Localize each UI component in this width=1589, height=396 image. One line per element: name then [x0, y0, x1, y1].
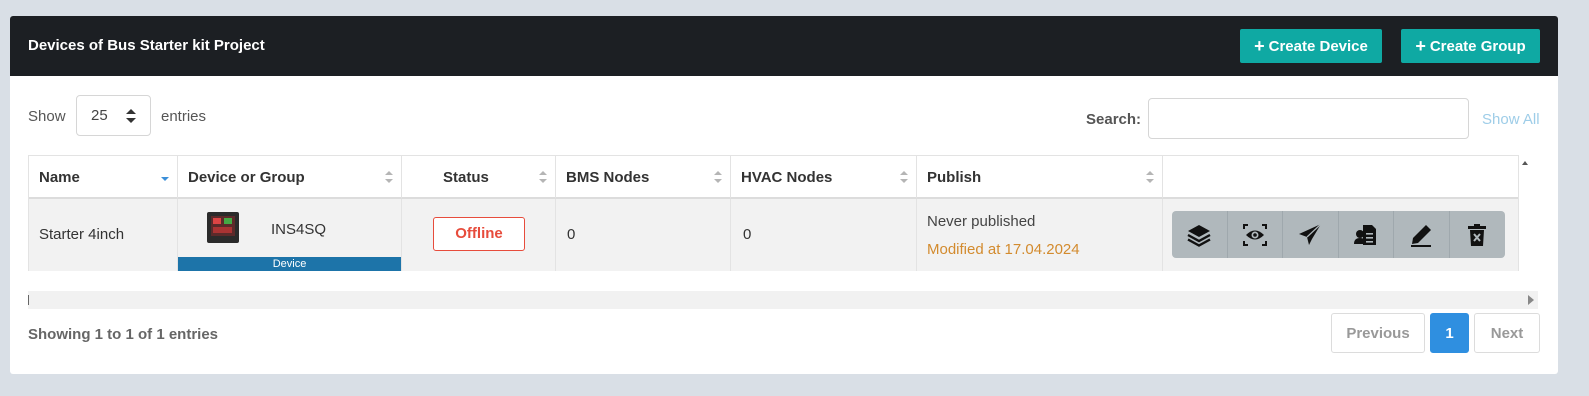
sort-icon [900, 171, 908, 183]
layers-button[interactable] [1172, 211, 1228, 258]
cell-device-or-group: INS4SQ Device [178, 199, 402, 271]
device-name: Starter 4inch [39, 226, 125, 243]
cell-publish: Never published Modified at 17.04.2024 [917, 199, 1163, 271]
entries-label: entries [161, 108, 207, 125]
sort-icon [1146, 171, 1154, 183]
horizontal-scrollbar[interactable] [28, 291, 1538, 309]
view-button[interactable] [1228, 211, 1283, 258]
delete-button[interactable] [1450, 211, 1506, 258]
sort-icon [539, 171, 547, 183]
cell-name: Starter 4inch [29, 199, 178, 271]
edit-button[interactable] [1394, 211, 1450, 258]
column-label: Name [39, 169, 80, 186]
vertical-scrollbar[interactable] [1519, 155, 1531, 271]
document-icon [1353, 224, 1376, 245]
modified-date: Modified at 17.04.2024 [927, 241, 1080, 258]
device-type-badge: Device [178, 257, 401, 271]
create-device-button[interactable]: + Create Device [1240, 29, 1382, 63]
edit-icon [1411, 224, 1432, 247]
sort-icon [714, 171, 722, 183]
row-actions-group [1172, 211, 1505, 258]
column-header-hvac-nodes[interactable]: HVAC Nodes [731, 156, 917, 199]
layers-icon [1187, 224, 1211, 247]
column-label: Publish [927, 169, 982, 186]
document-button[interactable] [1339, 211, 1394, 258]
show-all-link[interactable]: Show All [1482, 111, 1540, 128]
search-label: Search: [1086, 111, 1142, 128]
column-header-bms-nodes[interactable]: BMS Nodes [556, 156, 731, 199]
table-info: Showing 1 to 1 of 1 entries [28, 326, 219, 343]
cell-actions [1163, 199, 1518, 271]
show-label: Show [28, 108, 66, 125]
device-image [207, 212, 239, 243]
entries-per-page-select[interactable]: 25 [76, 95, 151, 136]
next-page-button[interactable]: Next [1474, 313, 1540, 353]
column-label: Status [443, 169, 489, 186]
column-label: Device or Group [188, 169, 305, 186]
scroll-right-icon [1528, 295, 1534, 305]
column-label: BMS Nodes [566, 169, 650, 186]
table-row: Starter 4inch INS4SQ Device Offline 0 0 … [29, 199, 1518, 271]
search-input[interactable] [1148, 98, 1469, 139]
create-device-label: Create Device [1268, 37, 1368, 55]
column-header-status[interactable]: Status [402, 156, 556, 199]
publish-status: Never published [927, 213, 1036, 230]
publish-button[interactable] [1283, 211, 1339, 258]
cell-hvac-nodes: 0 [731, 199, 917, 271]
sort-arrows-icon [126, 109, 136, 123]
devices-table: Name Device or Group Status BMS Nodes HV… [28, 155, 1519, 271]
send-icon [1299, 223, 1322, 245]
plus-icon: + [1254, 36, 1265, 56]
column-header-actions [1163, 156, 1518, 199]
page-title: Devices of Bus Starter kit Project [28, 37, 265, 54]
eye-icon [1242, 223, 1267, 246]
create-group-label: Create Group [1429, 37, 1526, 55]
create-group-button[interactable]: + Create Group [1401, 29, 1540, 63]
sort-desc-icon [161, 177, 169, 181]
devices-panel: Devices of Bus Starter kit Project + Cre… [10, 16, 1558, 374]
trash-icon [1468, 223, 1487, 246]
device-code: INS4SQ [271, 221, 327, 238]
bms-nodes-value: 0 [567, 226, 576, 243]
panel-header: Devices of Bus Starter kit Project + Cre… [10, 16, 1558, 76]
entries-value: 25 [91, 107, 108, 124]
status-badge: Offline [433, 217, 525, 251]
column-header-device-or-group[interactable]: Device or Group [178, 156, 402, 199]
column-header-publish[interactable]: Publish [917, 156, 1163, 199]
plus-icon: + [1415, 36, 1426, 56]
page-1-button[interactable]: 1 [1430, 313, 1469, 353]
previous-page-button[interactable]: Previous [1331, 313, 1425, 353]
hvac-nodes-value: 0 [743, 226, 752, 243]
cell-bms-nodes: 0 [556, 199, 731, 271]
sort-icon [385, 171, 393, 183]
scroll-left-icon [28, 295, 29, 305]
cell-status: Offline [402, 199, 556, 271]
column-header-name[interactable]: Name [29, 156, 178, 199]
column-label: HVAC Nodes [741, 169, 833, 186]
